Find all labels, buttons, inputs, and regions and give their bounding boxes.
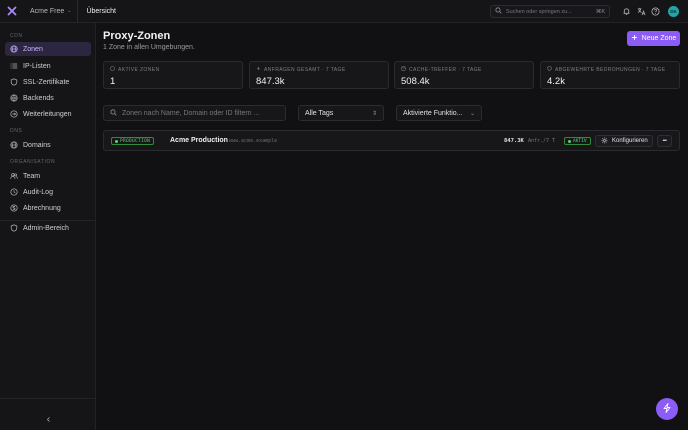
zone-requests: 847.3K (504, 138, 524, 144)
shield-icon (10, 78, 18, 86)
sidebar-item-admin[interactable]: Admin-Bereich (5, 221, 91, 235)
global-search-input[interactable]: Suchen oder springen zu... ⌘K (490, 5, 610, 18)
logo-icon[interactable] (0, 0, 24, 23)
chevron-updown-icon: ⇕ (371, 110, 377, 117)
users-icon (10, 172, 18, 180)
sidebar-item-zonen[interactable]: Zonen (5, 42, 91, 56)
tags-select-value: Alle Tags (305, 109, 334, 117)
sidebar-item-team[interactable]: Team (5, 169, 91, 183)
stat-label: CACHE-TREFFER · 7 TAGE (409, 66, 482, 73)
stat-label: AKTIVE ZONEN (118, 66, 160, 73)
assistant-fab-button[interactable] (656, 398, 678, 420)
sidebar-item-label: Admin-Bereich (23, 224, 69, 232)
help-icon[interactable] (650, 6, 660, 16)
search-icon (495, 7, 502, 16)
sidebar-item-abrechnung[interactable]: Abrechnung (5, 201, 91, 215)
stat-card-cache-hits: CACHE-TREFFER · 7 TAGE 508.4k (394, 61, 534, 89)
sidebar-divider (0, 398, 96, 399)
collapse-sidebar-button[interactable] (42, 414, 54, 426)
search-icon (110, 108, 117, 118)
sidebar-section-title: DNS (10, 128, 23, 134)
clock-icon (10, 188, 18, 196)
sidebar-item-ssl-zertifikate[interactable]: SSL-Zertifikate (5, 75, 91, 89)
sidebar-item-backends[interactable]: Backends (5, 91, 91, 105)
chevron-down-icon: ⌄ (469, 110, 475, 117)
configure-label: Konfigurieren (612, 138, 648, 144)
configure-button[interactable]: Konfigurieren (595, 135, 653, 147)
stat-value: 508.4k (401, 76, 430, 87)
stat-label: ANFRAGEN GESAMT · 7 TAGE (264, 66, 346, 73)
sidebar-item-domains[interactable]: Domains (5, 138, 91, 152)
chevron-down-icon: ⌄ (67, 8, 72, 14)
sparkle-icon (662, 403, 672, 415)
list-icon (10, 62, 18, 70)
card-icon (10, 204, 18, 212)
page-subtitle: 1 Zone in allen Umgebungen. (103, 44, 195, 51)
zone-domain: www.acme.example (229, 138, 278, 144)
bolt-icon (256, 66, 261, 73)
sidebar-item-label: SSL-Zertifikate (23, 78, 70, 86)
stat-value: 1 (110, 76, 116, 87)
search-placeholder: Suchen oder springen zu... (506, 8, 572, 15)
new-zone-button[interactable]: Neue Zone (627, 31, 680, 46)
sidebar-item-label: Domains (23, 141, 51, 149)
features-select[interactable]: Aktivierte Funktio... ⌄ (396, 105, 482, 121)
sidebar-item-label: Abrechnung (23, 204, 61, 212)
plus-icon (631, 34, 638, 43)
dot-icon (568, 139, 571, 143)
org-switcher[interactable]: Acme Free ⌄ (24, 0, 79, 23)
shield-icon (547, 66, 552, 73)
stat-card-blocked-threats: ABGEWEHRTE BEDROHUNGEN · 7 TAGE 4.2k (540, 61, 680, 89)
sidebar-item-ip-listen[interactable]: IP-Listen (5, 59, 91, 73)
redirect-icon (10, 110, 18, 118)
new-zone-label: Neue Zone (641, 35, 677, 42)
env-badge: PRODUCTION (111, 137, 155, 145)
sidebar-item-label: IP-Listen (23, 62, 51, 70)
stat-value: 4.2k (547, 76, 565, 87)
org-name: Acme Free (30, 7, 65, 15)
search-shortcut: ⌘K (595, 8, 605, 15)
page-title: Proxy-Zonen (103, 30, 171, 42)
zone-name[interactable]: Acme Production (170, 137, 228, 144)
translate-icon[interactable] (636, 6, 646, 16)
globe-icon (10, 45, 18, 53)
sidebar-item-weiterleitungen[interactable]: Weiterleitungen (5, 107, 91, 121)
globe-icon (10, 141, 18, 149)
bell-icon[interactable] (621, 6, 631, 16)
sidebar-section-title: CDN (10, 33, 23, 39)
more-options-button[interactable]: ••• (657, 135, 672, 147)
stat-label: ABGEWEHRTE BEDROHUNGEN · 7 TAGE (555, 66, 666, 73)
server-icon (10, 94, 18, 102)
sidebar-item-label: Weiterleitungen (23, 110, 72, 118)
table-row[interactable]: PRODUCTION Acme Production www.acme.exam… (103, 130, 680, 151)
status-badge: AKTIV (564, 137, 591, 145)
sidebar: CDN Zonen IP-Listen SSL-Zertifikate Back… (0, 23, 96, 430)
avatar[interactable]: DK (668, 6, 679, 17)
sidebar-item-label: Team (23, 172, 41, 180)
globe-icon (110, 66, 115, 73)
shield-icon (10, 224, 18, 232)
stat-card-total-requests: ANFRAGEN GESAMT · 7 TAGE 847.3k (249, 61, 389, 89)
tags-select[interactable]: Alle Tags ⇕ (298, 105, 384, 121)
sidebar-section-title: ORGANISATION (10, 159, 56, 165)
stat-card-active-zones: AKTIVE ZONEN 1 (103, 61, 243, 89)
features-select-value: Aktivierte Funktio... (403, 109, 463, 117)
dot-icon (115, 139, 118, 143)
stat-value: 847.3k (256, 76, 285, 87)
database-icon (401, 66, 406, 73)
zone-filter-placeholder: Zonen nach Name, Domain oder ID filtern … (122, 109, 260, 117)
gear-icon (601, 137, 608, 146)
breadcrumb[interactable]: Übersicht (78, 8, 116, 15)
zone-requests-unit: Anfr./7 T (528, 138, 556, 144)
more-icon: ••• (662, 138, 667, 144)
chevron-left-icon (45, 416, 52, 425)
zone-filter-input[interactable]: Zonen nach Name, Domain oder ID filtern … (103, 105, 286, 121)
sidebar-item-label: Audit-Log (23, 188, 53, 196)
sidebar-item-audit-log[interactable]: Audit-Log (5, 185, 91, 199)
sidebar-item-label: Zonen (23, 45, 43, 53)
sidebar-item-label: Backends (23, 94, 54, 102)
